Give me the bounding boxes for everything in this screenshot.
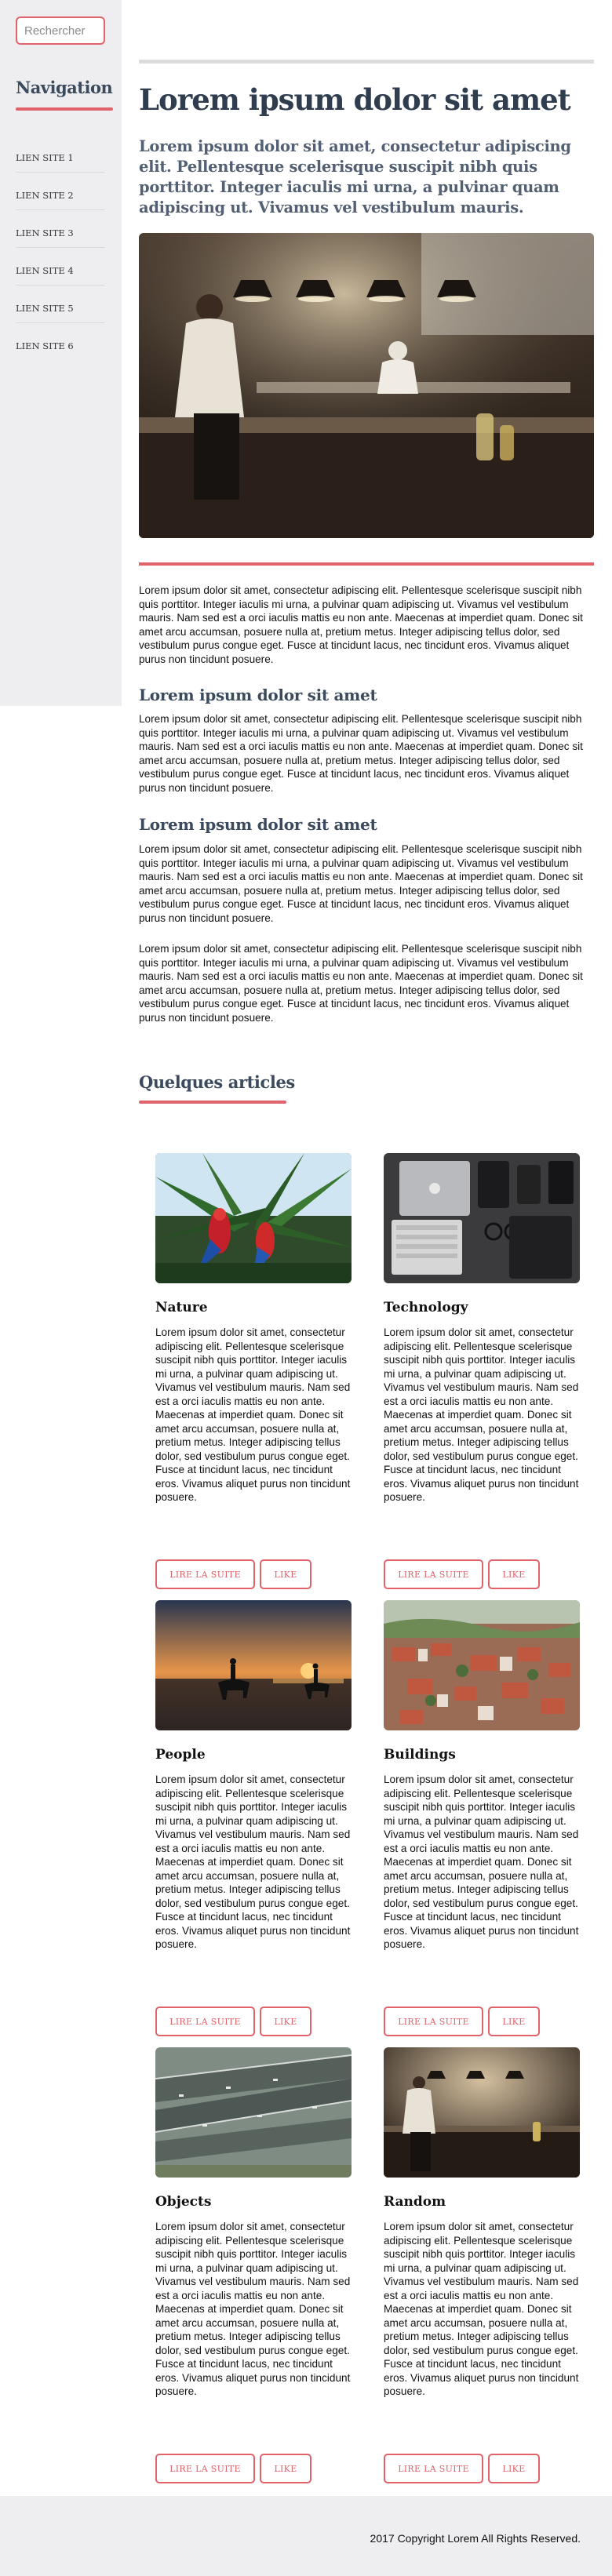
- articles-title-underline: [139, 1101, 286, 1104]
- read-more-button[interactable]: LIRE LA SUITE: [384, 2454, 483, 2483]
- articles-title: Quelques articles: [139, 1072, 295, 1092]
- like-button[interactable]: LIKE: [488, 2007, 540, 2036]
- body-paragraph-3: Lorem ipsum dolor sit amet, consectetur …: [139, 843, 583, 924]
- article-image-kitchen[interactable]: [384, 2047, 580, 2178]
- article-text: Lorem ipsum dolor sit amet, consectetur …: [384, 1326, 579, 1503]
- article-title: Technology: [384, 1300, 468, 1315]
- lead-text: Lorem ipsum dolor sit amet, consectetur …: [139, 137, 571, 216]
- article-card-buildings: Buildings Lorem ipsum dolor sit amet, co…: [384, 1600, 580, 2036]
- sidebar-item-6[interactable]: LIEN SITE 6: [16, 323, 104, 361]
- sidebar: Navigation LIEN SITE 1 LIEN SITE 2 LIEN …: [0, 0, 122, 706]
- article-text: Lorem ipsum dolor sit amet, consectetur …: [155, 1326, 351, 1503]
- copyright-text: 2017 Copyright Lorem All Rights Reserved…: [370, 2532, 581, 2545]
- article-title: Objects: [155, 2194, 212, 2210]
- article-text: Lorem ipsum dolor sit amet, consectetur …: [384, 1774, 579, 1950]
- article-image-parrots[interactable]: [155, 1153, 352, 1283]
- page-title: Lorem ipsum dolor sit amet: [139, 82, 571, 117]
- body-paragraph-2: Lorem ipsum dolor sit amet, consectetur …: [139, 713, 583, 794]
- body-paragraph-1: Lorem ipsum dolor sit amet, consectetur …: [139, 584, 583, 665]
- article-card-random: Random Lorem ipsum dolor sit amet, conse…: [384, 2047, 580, 2483]
- article-text: Lorem ipsum dolor sit amet, consectetur …: [155, 1774, 351, 1950]
- footer: 2017 Copyright Lorem All Rights Reserved…: [0, 2496, 612, 2576]
- article-title: People: [155, 1747, 206, 1763]
- like-button[interactable]: LIKE: [488, 1559, 540, 1589]
- article-image-beach-riders[interactable]: [155, 1600, 352, 1730]
- sidebar-title: Navigation: [16, 78, 113, 97]
- section-divider: [139, 562, 594, 566]
- like-button[interactable]: LIKE: [260, 2454, 311, 2483]
- read-more-button[interactable]: LIRE LA SUITE: [155, 1559, 255, 1589]
- sidebar-item-5[interactable]: LIEN SITE 5: [16, 286, 104, 323]
- sidebar-item-3[interactable]: LIEN SITE 3: [16, 210, 104, 248]
- sidebar-item-2[interactable]: LIEN SITE 2: [16, 173, 104, 210]
- read-more-button[interactable]: LIRE LA SUITE: [155, 2454, 255, 2483]
- subheading-1: Lorem ipsum dolor sit amet: [139, 686, 377, 704]
- article-text: Lorem ipsum dolor sit amet, consectetur …: [155, 2221, 351, 2397]
- sidebar-title-underline: [16, 107, 113, 111]
- read-more-button[interactable]: LIRE LA SUITE: [384, 2007, 483, 2036]
- sidebar-item-4[interactable]: LIEN SITE 4: [16, 248, 104, 286]
- article-title: Random: [384, 2194, 446, 2210]
- like-button[interactable]: LIKE: [260, 2007, 311, 2036]
- top-divider: [139, 60, 594, 64]
- hero-image-kitchen: [139, 233, 594, 538]
- sidebar-nav: LIEN SITE 1 LIEN SITE 2 LIEN SITE 3 LIEN…: [16, 135, 104, 361]
- article-title: Nature: [155, 1300, 208, 1315]
- article-title: Buildings: [384, 1747, 456, 1763]
- article-image-highway[interactable]: [155, 2047, 352, 2178]
- article-text: Lorem ipsum dolor sit amet, consectetur …: [384, 2221, 579, 2397]
- article-image-laptop[interactable]: [384, 1153, 580, 1283]
- search-input[interactable]: [16, 16, 105, 45]
- read-more-button[interactable]: LIRE LA SUITE: [384, 1559, 483, 1589]
- article-card-technology: Technology Lorem ipsum dolor sit amet, c…: [384, 1153, 580, 1589]
- sidebar-item-1[interactable]: LIEN SITE 1: [16, 135, 104, 173]
- article-card-people: People Lorem ipsum dolor sit amet, conse…: [155, 1600, 352, 2036]
- article-card-nature: Nature Lorem ipsum dolor sit amet, conse…: [155, 1153, 352, 1589]
- body-paragraph-4: Lorem ipsum dolor sit amet, consectetur …: [139, 943, 583, 1024]
- subheading-2: Lorem ipsum dolor sit amet: [139, 815, 377, 834]
- article-card-objects: Objects Lorem ipsum dolor sit amet, cons…: [155, 2047, 352, 2483]
- like-button[interactable]: LIKE: [260, 1559, 311, 1589]
- like-button[interactable]: LIKE: [488, 2454, 540, 2483]
- read-more-button[interactable]: LIRE LA SUITE: [155, 2007, 255, 2036]
- article-image-town[interactable]: [384, 1600, 580, 1730]
